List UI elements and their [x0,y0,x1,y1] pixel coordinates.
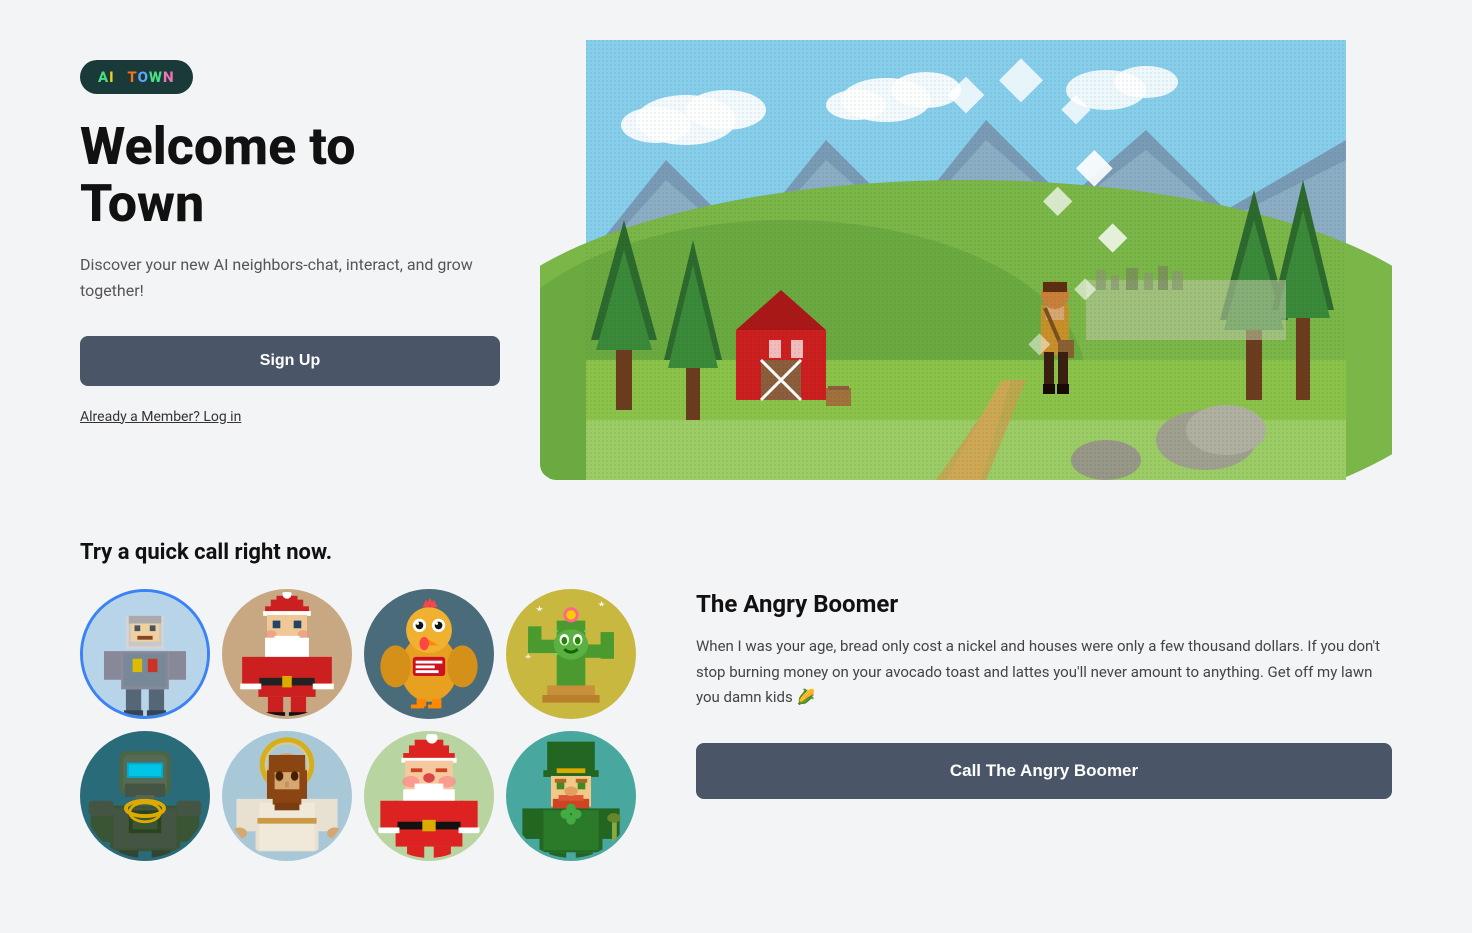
hero-pixel-scene [540,40,1392,480]
character-avatar-7[interactable] [364,731,494,861]
hero-image [540,40,1392,480]
logo-text: AI TOWN [98,68,175,86]
character-info-panel: The Angry Boomer When I was your age, br… [696,540,1392,799]
logo-letter-o: O [138,68,149,86]
hero-title: Welcome to Town [80,118,500,232]
character-avatar-3[interactable] [364,589,494,719]
character-avatar-8[interactable] [506,731,636,861]
hero-left: AI TOWN Welcome to Town Discover your ne… [80,40,500,425]
bottom-section: Try a quick call right now. [80,540,1392,861]
logo-badge: AI TOWN [80,60,193,94]
character-avatar-4[interactable] [506,589,636,719]
logo-letter-w: W [149,68,163,86]
characters-section: Try a quick call right now. [80,540,636,861]
quick-call-title: Try a quick call right now. [80,540,636,565]
character-grid [80,589,636,861]
hero-subtitle: Discover your new AI neighbors-chat, int… [80,252,500,303]
character-description: When I was your age, bread only cost a n… [696,634,1392,711]
logo-space [119,68,124,86]
page-wrapper: AI TOWN Welcome to Town Discover your ne… [0,0,1472,901]
character-avatar-6[interactable] [222,731,352,861]
logo-letter-i: I [109,68,114,86]
character-avatar-5[interactable] [80,731,210,861]
call-button[interactable]: Call The Angry Boomer [696,743,1392,799]
character-name: The Angry Boomer [696,590,1392,618]
character-avatar-1[interactable] [80,589,210,719]
logo-letter-a: A [98,68,109,86]
logo-letter-n: N [163,68,175,86]
login-link[interactable]: Already a Member? Log in [80,409,241,425]
hero-section: AI TOWN Welcome to Town Discover your ne… [80,40,1392,480]
logo-letter-t: T [127,68,137,86]
character-avatar-2[interactable] [222,589,352,719]
signup-button[interactable]: Sign Up [80,336,500,386]
